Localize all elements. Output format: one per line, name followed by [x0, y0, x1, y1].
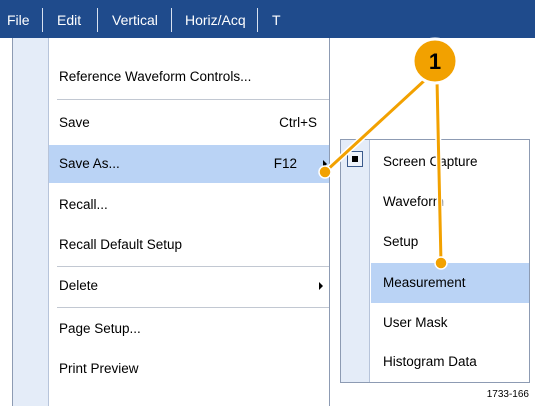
callout-leader-line: [323, 78, 427, 174]
callout-number: 1: [429, 49, 441, 74]
callout-pointer-dot: [318, 165, 332, 179]
callout-pointer-dot: [434, 256, 448, 270]
figure-id: 1733-166: [486, 389, 529, 400]
callout-overlay: 1: [318, 37, 459, 270]
